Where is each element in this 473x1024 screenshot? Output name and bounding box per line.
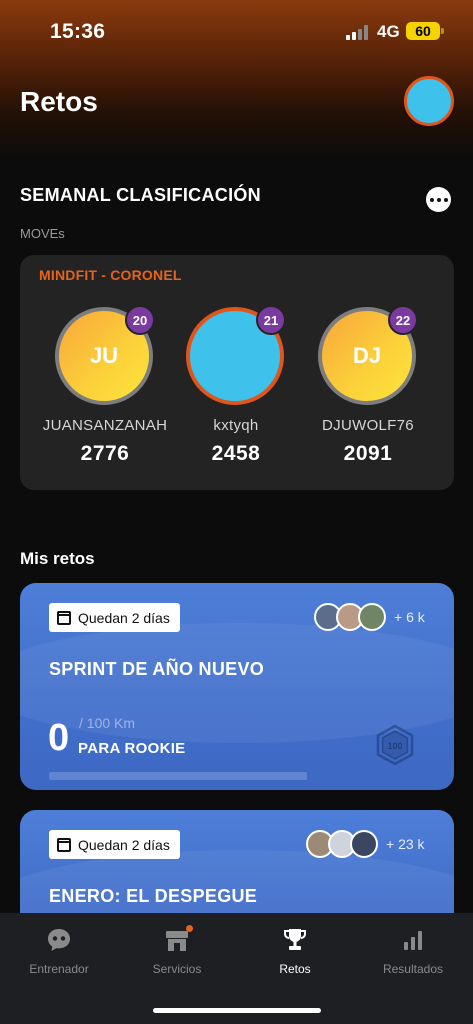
bar-chart-icon	[354, 925, 472, 955]
leader-score: 2091	[343, 442, 393, 465]
tab-resultados[interactable]: Resultados	[354, 925, 472, 976]
profile-avatar[interactable]	[404, 76, 454, 126]
tab-entrenador[interactable]: Entrenador	[0, 925, 118, 976]
time-left-text: Quedan 2 días	[78, 836, 170, 853]
time-left-text: Quedan 2 días	[78, 609, 170, 626]
calendar-icon	[57, 610, 71, 625]
coach-chat-icon	[0, 925, 118, 955]
leaderboard-metric: MOVEs	[20, 226, 65, 241]
home-indicator	[153, 1008, 321, 1013]
my-challenges-title: Mis retos	[20, 549, 95, 568]
leader-entry[interactable]: 21 kxtyqh 2458	[151, 305, 301, 477]
battery-icon: 60	[406, 22, 440, 40]
rank-badge: 21	[256, 305, 286, 335]
challenge-title: SPRINT DE AÑO NUEVO	[49, 659, 265, 679]
hexagon-100-badge-icon: 100	[376, 724, 414, 766]
tab-label: Servicios	[152, 962, 202, 976]
tab-label: Resultados	[382, 962, 444, 976]
participant-avatar	[350, 830, 378, 858]
participants-count: + 23 k	[386, 836, 425, 852]
notification-dot	[186, 925, 193, 932]
battery-tip	[441, 28, 444, 34]
network-type: 4G	[377, 22, 400, 41]
group-name: MINDFIT - CORONEL	[39, 267, 182, 283]
challenge-card[interactable]: Quedan 2 días + 6 k SPRINT DE AÑO NUEVO …	[20, 583, 454, 790]
participants: + 23 k	[306, 829, 425, 859]
page-title: Retos	[20, 86, 98, 117]
progress-target: / 100 Km	[79, 715, 136, 731]
more-options-button[interactable]	[426, 187, 451, 212]
progress-bar	[49, 772, 307, 780]
calendar-icon	[57, 837, 71, 852]
signal-icon	[346, 25, 370, 40]
time-left-pill: Quedan 2 días	[49, 830, 180, 859]
progress-value: 0	[48, 717, 70, 759]
svg-text:100: 100	[387, 741, 402, 751]
status-time: 15:36	[50, 20, 106, 43]
tab-label: Entrenador	[29, 962, 89, 976]
trophy-icon	[236, 925, 354, 955]
leaderboard-title: SEMANAL CLASIFICACIÓN	[20, 185, 261, 205]
leaderboard-card[interactable]: MINDFIT - CORONEL JU 20 JUANSANZANAH 277…	[20, 255, 454, 490]
leader-name: DJUWOLF76	[322, 417, 414, 434]
time-left-pill: Quedan 2 días	[49, 603, 180, 632]
level-label: PARA ROOKIE	[78, 740, 186, 757]
tab-retos[interactable]: Retos	[236, 925, 354, 976]
status-bar: 15:36 4G 60	[0, 20, 473, 46]
participant-avatar	[358, 603, 386, 631]
participants: + 6 k	[314, 602, 425, 632]
rank-badge: 22	[388, 305, 418, 335]
leader-entry[interactable]: DJ 22 DJUWOLF76 2091	[283, 305, 433, 477]
tab-servicios[interactable]: Servicios	[118, 925, 236, 976]
store-icon	[118, 925, 236, 955]
tab-label: Retos	[279, 962, 311, 976]
leader-entry[interactable]: JU 20 JUANSANZANAH 2776	[20, 305, 170, 477]
challenge-title: ENERO: EL DESPEGUE	[49, 886, 258, 906]
participants-count: + 6 k	[394, 609, 425, 625]
